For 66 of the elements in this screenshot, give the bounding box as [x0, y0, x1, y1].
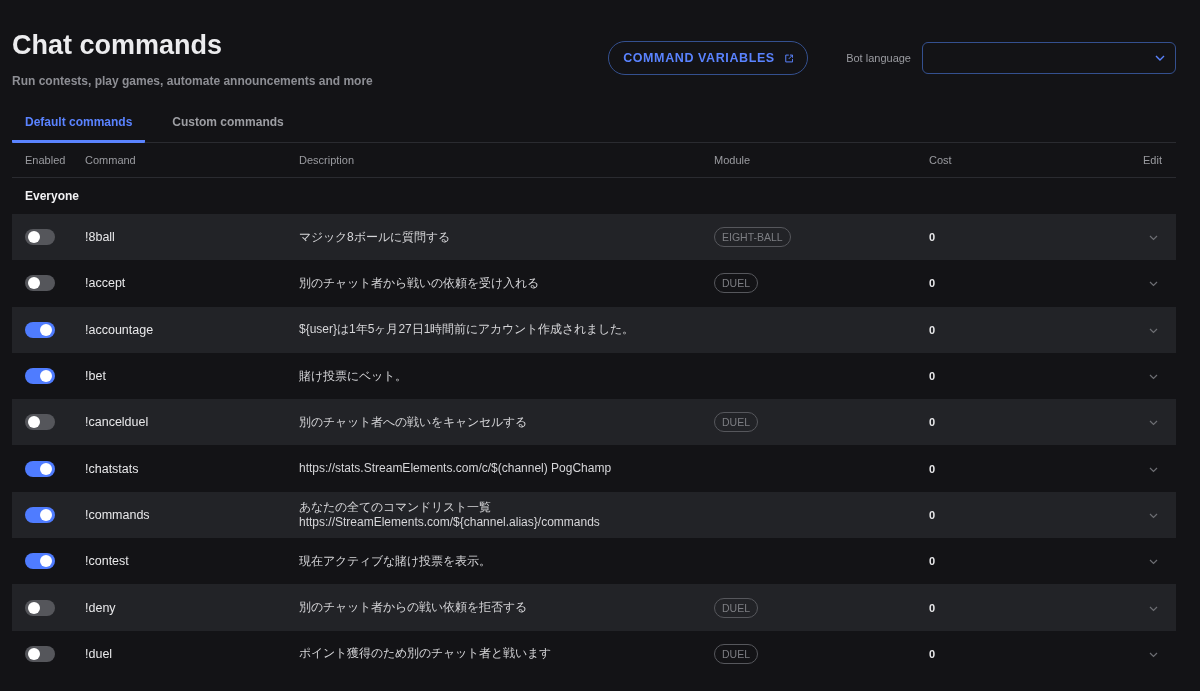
- enabled-toggle[interactable]: [25, 229, 55, 246]
- command-name: !cancelduel: [85, 415, 150, 430]
- enabled-toggle[interactable]: [25, 460, 55, 477]
- tab[interactable]: Custom commands: [159, 115, 297, 143]
- enabled-toggle[interactable]: [25, 275, 55, 292]
- cost-value: 0: [929, 508, 937, 521]
- expand-chevron-icon[interactable]: [1149, 512, 1158, 519]
- expand-chevron-icon[interactable]: [1149, 651, 1158, 658]
- command-name: !accept: [85, 276, 127, 291]
- cost-value: 0: [929, 416, 937, 429]
- command-description: 別のチャット者への戦いをキャンセルする: [299, 414, 528, 430]
- cost-value: 0: [929, 231, 937, 244]
- command-description: https://stats.StreamElements.com/c/$(channel) PogChamp: [299, 461, 613, 477]
- cost-value: 0: [929, 462, 937, 475]
- cost-value: 0: [929, 323, 937, 336]
- column-header: Module: [714, 154, 752, 166]
- command-description: 別のチャット者から戦いの依頼を受け入れる: [299, 275, 540, 291]
- command-description: ポイント獲得のため別のチャット者と戦います: [299, 646, 552, 662]
- expand-chevron-icon[interactable]: [1149, 374, 1158, 381]
- command-name: !accountage: [85, 322, 155, 337]
- expand-chevron-icon[interactable]: [1149, 605, 1158, 612]
- command-name: !commands: [85, 507, 151, 522]
- command-description: https://StreamElements.com/${channel.alias}/commands: [299, 514, 601, 530]
- bot-language-dropdown[interactable]: [922, 42, 1176, 74]
- enabled-toggle[interactable]: [25, 645, 55, 662]
- enabled-toggle[interactable]: [25, 368, 55, 385]
- column-header: Description: [299, 154, 356, 166]
- command-name: !contest: [85, 554, 130, 569]
- command-name: !8ball: [85, 230, 116, 245]
- column-header: Command: [85, 154, 137, 166]
- cost-value: 0: [929, 647, 937, 660]
- chevron-down-icon: [1155, 55, 1165, 61]
- group-heading: Everyone: [24, 188, 81, 205]
- command-name: !chatstats: [85, 461, 140, 476]
- expand-chevron-icon[interactable]: [1149, 235, 1158, 242]
- external-link-icon: [784, 52, 794, 64]
- expand-chevron-icon[interactable]: [1149, 466, 1158, 473]
- column-header: Enabled: [25, 154, 67, 166]
- command-description: あなたの全てのコマンドリスト一覧: [299, 499, 492, 515]
- expand-chevron-icon[interactable]: [1149, 420, 1158, 427]
- enabled-toggle[interactable]: [25, 506, 55, 523]
- page-title: Chat commands: [12, 30, 224, 60]
- expand-chevron-icon[interactable]: [1149, 281, 1158, 288]
- cost-value: 0: [929, 370, 937, 383]
- command-description: マジック8ボールに質問する: [299, 229, 451, 245]
- cost-value: 0: [929, 277, 937, 290]
- expand-chevron-icon[interactable]: [1149, 327, 1158, 334]
- command-description: ${user}は1年5ヶ月27日1時間前にアカウント作成されました。: [299, 322, 636, 338]
- tab[interactable]: Default commands: [12, 115, 146, 143]
- enabled-toggle[interactable]: [25, 321, 55, 338]
- command-name: !bet: [85, 369, 107, 384]
- command-description: 別のチャット者からの戦い依頼を拒否する: [299, 600, 528, 615]
- column-header: Cost: [929, 154, 953, 166]
- command-name: !deny: [85, 600, 117, 615]
- cost-value: 0: [929, 555, 937, 568]
- enabled-toggle[interactable]: [25, 414, 55, 431]
- command-description: 賭け投票にベット。: [299, 368, 408, 384]
- column-header: Edit: [1143, 154, 1162, 166]
- page-subtitle: Run contests, play games, automate announcements and more: [12, 74, 373, 88]
- command-description: 現在アクティブな賭け投票を表示。: [299, 553, 492, 569]
- bot-language-label: Bot language: [846, 52, 911, 64]
- command-name: !duel: [85, 646, 114, 661]
- enabled-toggle[interactable]: [25, 599, 55, 616]
- cost-value: 0: [929, 601, 937, 614]
- expand-chevron-icon[interactable]: [1149, 559, 1158, 566]
- enabled-toggle[interactable]: [25, 553, 55, 570]
